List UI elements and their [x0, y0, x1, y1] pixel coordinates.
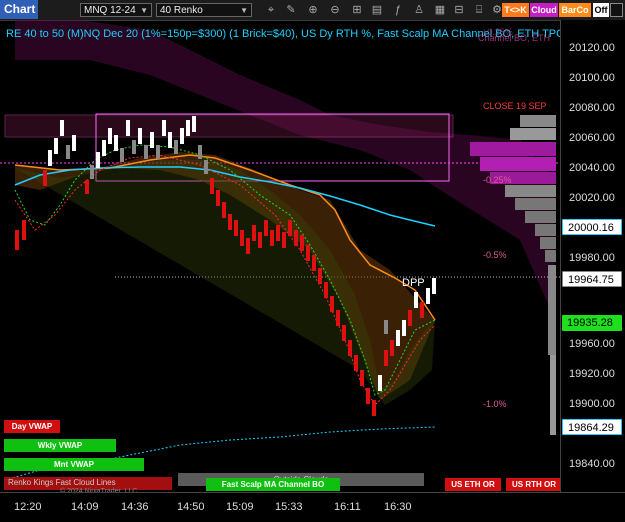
tk-toggle-button[interactable]: T<>K: [502, 3, 529, 17]
time-tick: 14:36: [121, 501, 149, 513]
time-tick: 16:30: [384, 501, 412, 513]
off-checkbox[interactable]: [610, 3, 623, 17]
pct-10-label: -1.0%: [483, 399, 507, 409]
mnt-vwap-button[interactable]: Mnt VWAP: [4, 458, 144, 471]
time-tick: 15:33: [275, 501, 303, 513]
strategies-icon[interactable]: ♙: [412, 3, 426, 17]
price-chart-plot[interactable]: [0, 20, 560, 492]
price-tick: 19900.00: [569, 398, 615, 410]
price-tick: 20080.00: [569, 102, 615, 114]
bars-icon[interactable]: ⌸: [472, 3, 486, 17]
time-tick: 12:20: [14, 501, 42, 513]
pct-025-label: -0.25%: [483, 175, 512, 185]
lower-cyan-price-tag: 19864.29: [562, 419, 622, 435]
time-tick: 16:11: [334, 501, 361, 513]
day-vwap-button[interactable]: Day VWAP: [4, 420, 60, 433]
chevron-down-icon: ▼: [240, 6, 248, 15]
time-tick: 15:09: [226, 501, 254, 513]
pct-label-upper: +0.25%: [482, 27, 513, 37]
eth-range-box: [4, 114, 454, 138]
cloud-toggle-button[interactable]: Cloud: [530, 3, 558, 17]
last-price-tag: 19964.75: [562, 271, 622, 287]
crosshair-icon[interactable]: ⊞: [350, 3, 364, 17]
dpp-label: DPP: [402, 277, 425, 289]
indicators-icon[interactable]: ƒ: [391, 3, 405, 17]
price-tick: 19980.00: [569, 252, 615, 264]
fast-scalp-button[interactable]: Fast Scalp MA Channel BO: [206, 478, 340, 491]
pct-05-label: -0.5%: [483, 250, 507, 260]
close-label: CLOSE 19 SEP: [483, 101, 547, 111]
price-tick: 20020.00: [569, 192, 615, 204]
price-tick: 19920.00: [569, 368, 615, 380]
drawing-tools-icon[interactable]: ✎: [284, 3, 298, 17]
chart-tab[interactable]: Chart: [0, 0, 38, 19]
price-tick: 19840.00: [569, 458, 615, 470]
price-tick: 19960.00: [569, 338, 615, 350]
instrument-selector[interactable]: MNQ 12-24 ▼: [80, 3, 152, 17]
price-axis[interactable]: 20120.00 20100.00 20080.00 20060.00 2004…: [560, 20, 625, 492]
off-toggle-button[interactable]: Off: [593, 3, 609, 17]
us-eth-or-button[interactable]: US ETH OR: [445, 478, 501, 491]
chart-properties-icon[interactable]: ▤: [370, 3, 384, 17]
zoom-in-icon[interactable]: ⊕: [306, 3, 320, 17]
data-box-icon[interactable]: ⊟: [452, 3, 466, 17]
time-tick: 14:09: [71, 501, 99, 513]
chart-toolbar: Chart MNQ 12-24 ▼ 40 Renko ▼ ⌖ ✎ ⊕ ⊖ ⊞ ▤…: [0, 0, 625, 21]
price-tick: 20060.00: [569, 132, 615, 144]
time-axis[interactable]: 12:20 14:09 14:36 14:50 15:09 15:33 16:1…: [0, 492, 625, 522]
green-ma-price-tag: 19935.28: [562, 315, 622, 331]
time-tick: 14:50: [177, 501, 205, 513]
price-tick: 20040.00: [569, 162, 615, 174]
bar-type-selector[interactable]: 40 Renko ▼: [156, 3, 252, 17]
zoom-out-icon[interactable]: ⊖: [328, 3, 342, 17]
instrument-value: MNQ 12-24: [84, 5, 136, 16]
price-tick: 20100.00: [569, 72, 615, 84]
templates-icon[interactable]: ▦: [433, 3, 447, 17]
wkly-vwap-button[interactable]: Wkly VWAP: [4, 439, 116, 452]
chevron-down-icon: ▼: [140, 6, 148, 15]
bar-type-value: 40 Renko: [160, 5, 203, 16]
price-tick: 20120.00: [569, 42, 615, 54]
cursor-icon[interactable]: ⌖: [264, 3, 278, 17]
barcolor-toggle-button[interactable]: BarCo: [559, 3, 591, 17]
upper-cyan-price-tag: 20000.16: [562, 219, 622, 235]
us-rth-or-button[interactable]: US RTH OR: [506, 478, 562, 491]
